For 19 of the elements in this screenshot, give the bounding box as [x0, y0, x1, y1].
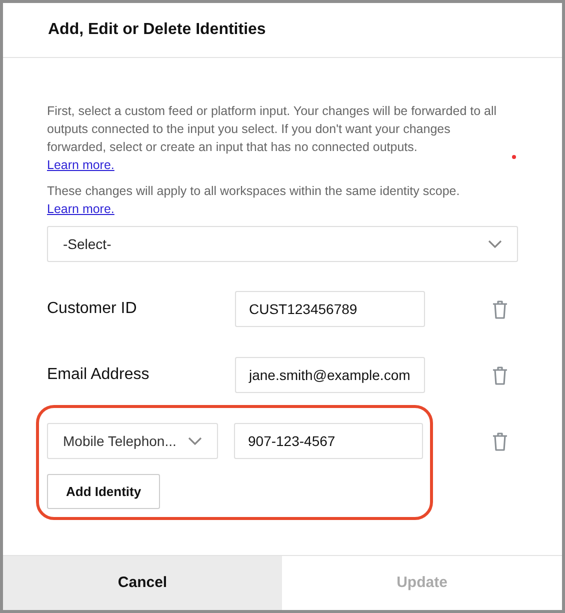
help-text: These changes will apply to all workspaces within the same identity scope. Learn more. — [47, 183, 461, 218]
add-identity-button[interactable]: Add Identity — [47, 474, 160, 509]
identity-label: Customer ID — [47, 299, 138, 319]
identity-value-field[interactable]: 907-123-4567 — [234, 423, 423, 459]
identity-type-dropdown[interactable]: Mobile Telephon... — [47, 423, 218, 459]
cancel-button[interactable]: Cancel — [3, 556, 282, 610]
trash-icon[interactable] — [492, 300, 508, 318]
identity-value-field[interactable]: CUST123456789 — [235, 291, 425, 327]
chevron-down-icon — [188, 437, 202, 445]
learn-more-link[interactable]: Learn more. — [47, 156, 114, 174]
help-text: First, select a custom feed or platform input. Your changes will be forwarded to all outputs connected to the input you select. If you don't want your changes forwarded, select or create an input that has no connected outputs. Learn more. — [47, 103, 498, 174]
dialog-title: Add, Edit or Delete Identities — [48, 20, 266, 40]
trash-icon[interactable] — [492, 366, 508, 384]
input-select[interactable]: -Select- — [47, 226, 518, 262]
learn-more-link[interactable]: Learn more. — [47, 200, 114, 218]
chevron-down-icon — [488, 240, 502, 248]
identity-label: Email Address — [47, 365, 150, 385]
identity-value-field[interactable]: jane.smith@example.com — [235, 357, 425, 393]
trash-icon[interactable] — [492, 432, 508, 450]
